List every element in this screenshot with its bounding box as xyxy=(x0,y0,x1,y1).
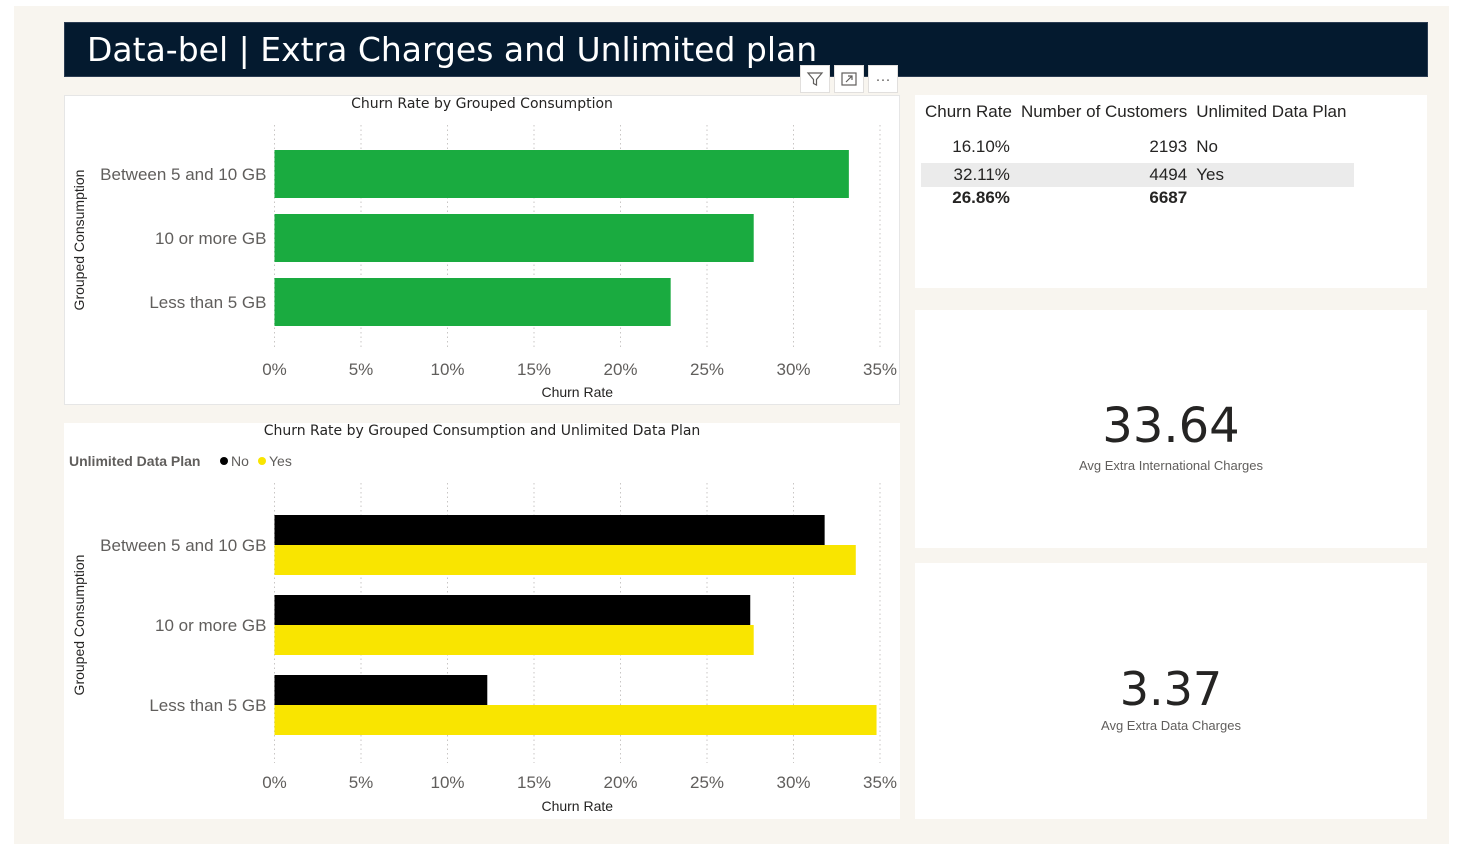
column-header-churn-rate[interactable]: Churn Rate xyxy=(921,100,1016,130)
focus-mode-icon[interactable] xyxy=(834,65,864,93)
y-axis-title: Grouped Consumption xyxy=(71,555,87,696)
cell-number-of-customers: 2193 xyxy=(1149,136,1188,156)
visual-header: ··· xyxy=(800,65,898,93)
x-tick-label: 10% xyxy=(430,773,464,792)
legend-item: No xyxy=(231,453,249,469)
x-tick-label: 0% xyxy=(262,773,287,792)
bar xyxy=(274,515,825,545)
cell-unlimited-data-plan: Yes xyxy=(1196,165,1224,184)
total-unlimited-data-plan xyxy=(1192,187,1354,209)
y-axis-title: Grouped Consumption xyxy=(71,170,87,311)
column-header-unlimited-data-plan[interactable]: Unlimited Data Plan xyxy=(1192,100,1354,130)
total-number-of-customers: 6687 xyxy=(1149,188,1188,207)
x-axis-title: Churn Rate xyxy=(541,798,613,814)
cell-number-of-customers: 4494 xyxy=(1149,165,1188,184)
y-tick-label: 10 or more GB xyxy=(155,229,267,248)
y-tick-label: Between 5 and 10 GB xyxy=(100,536,266,555)
x-tick-label: 15% xyxy=(517,360,551,379)
bar xyxy=(274,675,488,705)
table-row[interactable]: 16.10% 2193 No xyxy=(921,130,1354,163)
bar xyxy=(274,278,671,326)
cell-unlimited-data-plan: No xyxy=(1196,136,1218,156)
x-tick-label: 20% xyxy=(603,360,637,379)
x-tick-label: 15% xyxy=(517,773,551,792)
y-tick-label: Between 5 and 10 GB xyxy=(100,165,266,184)
x-axis-title: Churn Rate xyxy=(541,384,613,400)
x-tick-label: 20% xyxy=(603,773,637,792)
bar xyxy=(274,595,751,625)
table-total-row: 26.86% 6687 xyxy=(921,187,1354,209)
bar xyxy=(274,545,856,575)
more-options-icon[interactable]: ··· xyxy=(868,65,898,93)
bar xyxy=(274,150,849,198)
x-tick-label: 10% xyxy=(430,360,464,379)
bar xyxy=(274,625,754,655)
filter-icon[interactable] xyxy=(800,65,830,93)
kpi-card-extra-data-charges[interactable]: 3.37 Avg Extra Data Charges xyxy=(915,563,1427,819)
legend-marker xyxy=(220,457,228,465)
y-tick-label: Less than 5 GB xyxy=(149,696,266,715)
x-tick-label: 30% xyxy=(776,773,810,792)
kpi-value: 33.64 xyxy=(1102,398,1240,454)
kpi-label: Avg Extra Data Charges xyxy=(1101,718,1241,733)
total-churn-rate: 26.86% xyxy=(952,188,1010,207)
x-tick-label: 35% xyxy=(863,360,897,379)
kpi-card-extra-international-charges[interactable]: 33.64 Avg Extra International Charges xyxy=(915,310,1427,548)
report-title: Data-bel | Extra Charges and Unlimited p… xyxy=(87,30,818,69)
bar-chart-churn-by-consumption: 0% 5% 10% 15% 20% 25% 30% 35% Churn Rate Grouped … xyxy=(71,125,897,400)
report-title-bar: Data-bel | Extra Charges and Unlimited p… xyxy=(64,22,1428,77)
column-header-number-of-customers[interactable]: Number of Customers xyxy=(1016,100,1192,130)
x-tick-label: 25% xyxy=(690,773,724,792)
kpi-label: Avg Extra International Charges xyxy=(1078,458,1264,473)
legend-marker xyxy=(258,457,266,465)
y-tick-label: Less than 5 GB xyxy=(149,293,266,312)
x-tick-label: 35% xyxy=(863,773,897,792)
table-header-row: Churn Rate Number of Customers Unlimited… xyxy=(921,100,1354,130)
kpi-value: 3.37 xyxy=(1119,662,1223,716)
bar xyxy=(274,705,877,735)
y-tick-label: 10 or more GB xyxy=(155,616,267,635)
cell-churn-rate: 32.11% xyxy=(953,165,1010,184)
clustered-bar-chart-churn-by-consumption-and-plan: 0% 5% 10% 15% 20% 25% 30% 35% Churn Rate Grouped … xyxy=(69,453,897,814)
bar xyxy=(274,214,754,262)
legend-item: Yes xyxy=(269,453,292,469)
x-tick-label: 30% xyxy=(776,360,810,379)
legend-title: Unlimited Data Plan xyxy=(69,453,200,469)
churn-table: Churn Rate Number of Customers Unlimited… xyxy=(921,100,1355,209)
x-tick-label: 5% xyxy=(349,360,374,379)
x-tick-label: 25% xyxy=(690,360,724,379)
x-tick-label: 5% xyxy=(349,773,374,792)
table-row[interactable]: 32.11% 4494 Yes xyxy=(921,163,1355,187)
x-tick-label: 0% xyxy=(262,360,287,379)
cell-churn-rate: 16.10% xyxy=(952,136,1010,156)
